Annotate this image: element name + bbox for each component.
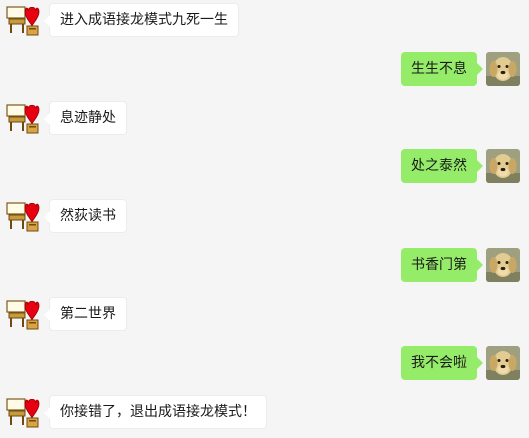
heart-desk-bot-icon[interactable] <box>6 199 40 233</box>
message-bubble[interactable]: 第二世界 <box>44 297 127 331</box>
message-row: 息迹静处 <box>0 100 529 136</box>
message-bubble[interactable]: 处之泰然 <box>401 149 483 183</box>
message-row: 进入成语接龙模式九死一生 <box>0 2 529 38</box>
message-row: 生生不息 <box>0 51 529 87</box>
chat-window: 进入成语接龙模式九死一生 生生不息 息迹静处 处之泰然 然荻读书 书香门第 第二… <box>0 0 529 438</box>
message-bubble[interactable]: 我不会啦 <box>401 346 483 380</box>
message-bubble[interactable]: 进入成语接龙模式九死一生 <box>44 3 239 37</box>
message-bubble[interactable]: 息迹静处 <box>44 101 127 135</box>
message-row: 书香门第 <box>0 247 529 283</box>
heart-desk-bot-icon[interactable] <box>6 297 40 331</box>
heart-desk-bot-icon[interactable] <box>6 3 40 37</box>
message-row: 第二世界 <box>0 296 529 332</box>
message-bubble[interactable]: 书香门第 <box>401 248 483 282</box>
message-row: 我不会啦 <box>0 345 529 381</box>
dog-photo-avatar[interactable] <box>486 346 520 380</box>
message-row: 你接错了，退出成语接龙模式！ <box>0 394 529 430</box>
message-bubble[interactable]: 然荻读书 <box>44 199 127 233</box>
dog-photo-avatar[interactable] <box>486 149 520 183</box>
heart-desk-bot-icon[interactable] <box>6 101 40 135</box>
message-row: 处之泰然 <box>0 148 529 184</box>
dog-photo-avatar[interactable] <box>486 248 520 282</box>
message-bubble[interactable]: 生生不息 <box>401 52 483 86</box>
dog-photo-avatar[interactable] <box>486 52 520 86</box>
message-row: 然荻读书 <box>0 198 529 234</box>
message-bubble[interactable]: 你接错了，退出成语接龙模式！ <box>44 395 267 429</box>
heart-desk-bot-icon[interactable] <box>6 395 40 429</box>
